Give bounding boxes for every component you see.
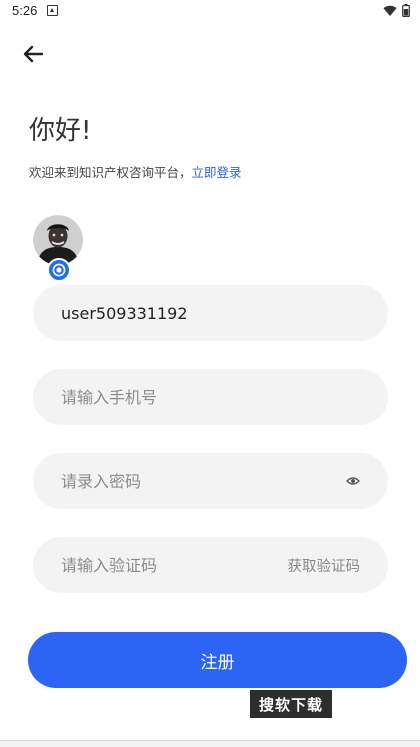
camera-badge[interactable] bbox=[47, 258, 71, 282]
bottom-bar bbox=[0, 740, 420, 747]
arrow-left-icon bbox=[23, 45, 44, 63]
wifi-icon bbox=[383, 5, 397, 16]
register-button[interactable]: 注册 bbox=[28, 632, 407, 688]
username-field[interactable] bbox=[33, 285, 388, 341]
watermark: 搜软下载 bbox=[250, 690, 332, 718]
page-title: 你好! bbox=[29, 116, 92, 146]
eye-icon[interactable] bbox=[346, 474, 360, 488]
camera-icon bbox=[52, 263, 66, 277]
phone-field[interactable] bbox=[33, 369, 388, 425]
status-bar: 5:26 bbox=[0, 0, 420, 22]
welcome-line: 欢迎来到知识产权咨询平台，立即登录 bbox=[29, 162, 242, 181]
get-code-button[interactable]: 获取验证码 bbox=[288, 555, 361, 576]
login-link[interactable]: 立即登录 bbox=[192, 165, 242, 180]
verification-code-field[interactable]: 获取验证码 bbox=[33, 537, 388, 593]
password-field[interactable] bbox=[33, 453, 388, 509]
phone-input[interactable] bbox=[61, 387, 360, 407]
battery-icon bbox=[402, 4, 410, 17]
username-input[interactable] bbox=[61, 303, 360, 323]
status-icons bbox=[383, 4, 410, 17]
avatar-picker[interactable] bbox=[33, 215, 85, 282]
notification-icon bbox=[47, 5, 58, 16]
status-time: 5:26 bbox=[12, 3, 38, 18]
password-input[interactable] bbox=[61, 471, 360, 491]
back-button[interactable] bbox=[16, 40, 50, 68]
welcome-text: 欢迎来到知识产权咨询平台， bbox=[29, 165, 192, 180]
